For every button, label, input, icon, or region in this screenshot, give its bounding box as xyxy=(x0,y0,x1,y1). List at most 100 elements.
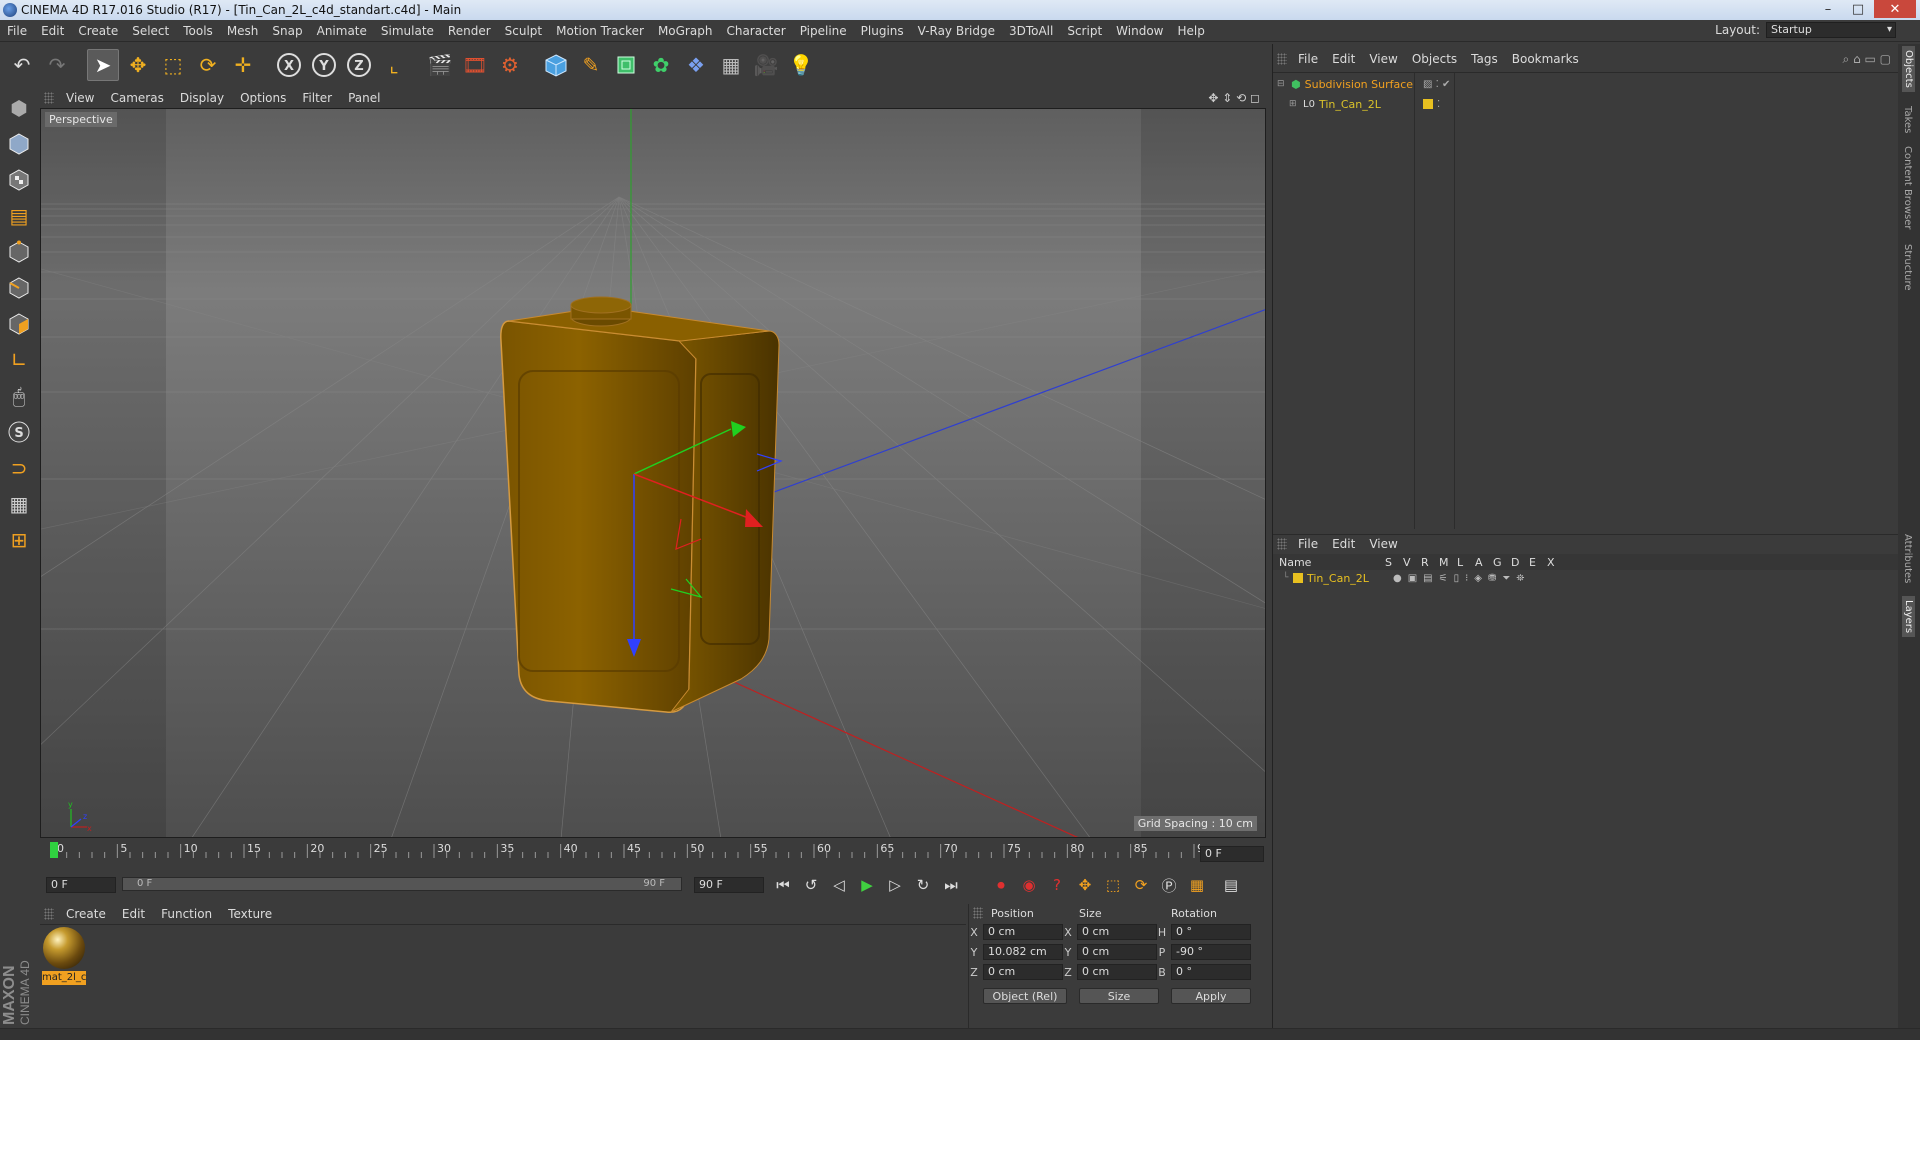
z-axis-icon[interactable]: Z xyxy=(343,49,375,81)
points-mode-icon[interactable] xyxy=(3,236,35,268)
menu-plugins[interactable]: Plugins xyxy=(854,24,911,38)
cube-icon[interactable] xyxy=(540,49,572,81)
live-select-icon[interactable]: ✛ xyxy=(227,49,259,81)
redo-icon[interactable]: ↷ xyxy=(41,49,73,81)
menu-create[interactable]: Create xyxy=(71,24,125,38)
layer-color-swatch[interactable] xyxy=(1293,573,1303,583)
viewport-menu-view[interactable]: View xyxy=(58,91,102,105)
play-icon[interactable]: ▶ xyxy=(854,873,880,897)
key-parameter-icon[interactable]: Ⓟ xyxy=(1156,873,1182,897)
viewport-nav-icons[interactable]: ✥ ⇕ ⟲ ◻ xyxy=(1208,91,1266,105)
layer-name[interactable]: Tin_Can_2L xyxy=(1307,572,1387,585)
collapse-icon[interactable]: ⊟ xyxy=(1277,79,1287,89)
pen-icon[interactable]: ✎ xyxy=(575,49,607,81)
layer-menu-view[interactable]: View xyxy=(1362,537,1404,551)
coordinate-mode-dropdown[interactable]: Object (Rel) xyxy=(983,988,1067,1004)
scale-icon[interactable]: ⬚ xyxy=(157,49,189,81)
material-menu-edit[interactable]: Edit xyxy=(114,907,153,921)
size-z-field[interactable]: 0 cm xyxy=(1077,964,1157,980)
light-icon[interactable]: 💡 xyxy=(785,49,817,81)
end-frame-field[interactable]: 90 F xyxy=(694,877,764,893)
material-menu-function[interactable]: Function xyxy=(153,907,220,921)
menu-motion-tracker[interactable]: Motion Tracker xyxy=(549,24,651,38)
model-mode-icon[interactable] xyxy=(3,128,35,160)
workplane-icon[interactable]: ▤ xyxy=(3,200,35,232)
object-menu-tags[interactable]: Tags xyxy=(1464,52,1505,66)
layout-dropdown[interactable]: Startup xyxy=(1766,22,1896,38)
floor-icon[interactable]: ▦ xyxy=(715,49,747,81)
object-row-subdivision[interactable]: ⊟ ⬢ Subdivision Surface ▨ ⁚ ✔ xyxy=(1277,75,1897,93)
panel-grip-icon[interactable] xyxy=(1277,537,1287,550)
render-view-icon[interactable]: 🎬 xyxy=(424,49,456,81)
rotation-h-field[interactable]: 0 ° xyxy=(1171,924,1251,940)
layer-color-swatch[interactable] xyxy=(1423,99,1433,109)
menu-render[interactable]: Render xyxy=(441,24,498,38)
expand-icon[interactable]: ⊞ xyxy=(1289,99,1299,109)
menu-tools[interactable]: Tools xyxy=(176,24,220,38)
position-x-field[interactable]: 0 cm xyxy=(983,924,1063,940)
material-menu-texture[interactable]: Texture xyxy=(220,907,280,921)
menu-3dtoall[interactable]: 3DToAll xyxy=(1002,24,1060,38)
timeline-ruler[interactable]: 051015202530354045505560657075808590 xyxy=(40,840,1266,866)
size-y-field[interactable]: 0 cm xyxy=(1077,944,1157,960)
make-editable-icon[interactable]: ⬢ xyxy=(3,92,35,124)
object-name[interactable]: Tin_Can_2L xyxy=(1319,98,1381,111)
minimize-button[interactable]: – xyxy=(1814,0,1842,18)
size-x-field[interactable]: 0 cm xyxy=(1077,924,1157,940)
magnet-icon[interactable]: ⊃ xyxy=(3,452,35,484)
grid-lock-icon[interactable]: ▦ xyxy=(3,488,35,520)
coord-system-icon[interactable]: ⌞ xyxy=(378,49,410,81)
menu-select[interactable]: Select xyxy=(125,24,176,38)
viewport-menu-panel[interactable]: Panel xyxy=(340,91,388,105)
menu-simulate[interactable]: Simulate xyxy=(374,24,441,38)
cloner-icon[interactable]: ✿ xyxy=(645,49,677,81)
y-axis-icon[interactable]: Y xyxy=(308,49,340,81)
material-swatch[interactable]: mat_2l_c xyxy=(42,927,86,989)
snap-icon[interactable]: S xyxy=(3,416,35,448)
polygons-mode-icon[interactable] xyxy=(3,308,35,340)
size-mode-dropdown[interactable]: Size xyxy=(1079,988,1159,1004)
subdivision-icon[interactable] xyxy=(610,49,642,81)
tab-layers[interactable]: Layers xyxy=(1902,596,1915,638)
render-picture-viewer-icon[interactable]: 🎞 xyxy=(459,49,491,81)
object-name[interactable]: Subdivision Surface xyxy=(1305,78,1413,91)
rotation-p-field[interactable]: -90 ° xyxy=(1171,944,1251,960)
deformer-icon[interactable]: ❖ xyxy=(680,49,712,81)
object-menu-file[interactable]: File xyxy=(1291,52,1325,66)
menu-sculpt[interactable]: Sculpt xyxy=(498,24,549,38)
record-icon[interactable]: ⏺ xyxy=(988,873,1014,897)
maximize-button[interactable]: □ xyxy=(1844,0,1872,18)
x-axis-icon[interactable]: X xyxy=(273,49,305,81)
tab-attributes[interactable]: Attributes xyxy=(1902,534,1913,583)
perspective-viewport[interactable]: y x z Perspective Grid Spacing : 10 cm xyxy=(40,108,1266,838)
viewport-menu-filter[interactable]: Filter xyxy=(294,91,340,105)
object-menu-view[interactable]: View xyxy=(1362,52,1404,66)
object-visibility-icon[interactable]: ▨ ⁚ ✔ xyxy=(1423,79,1450,90)
menu-mograph[interactable]: MoGraph xyxy=(651,24,720,38)
position-z-field[interactable]: 0 cm xyxy=(983,964,1063,980)
rotate-icon[interactable]: ⟳ xyxy=(192,49,224,81)
apply-button[interactable]: Apply xyxy=(1171,988,1251,1004)
autokey-icon[interactable]: ◉ xyxy=(1016,873,1042,897)
key-position-icon[interactable]: ✥ xyxy=(1072,873,1098,897)
menu-vray-bridge[interactable]: V-Ray Bridge xyxy=(911,24,1002,38)
timeline-window-icon[interactable]: ▤ xyxy=(1218,873,1244,897)
layer-row[interactable]: └ Tin_Can_2L ●▣▤⚟▯⁝◈⛃⏷⛯ xyxy=(1273,570,1899,586)
menu-animate[interactable]: Animate xyxy=(310,24,374,38)
camera-label[interactable]: Perspective xyxy=(45,112,117,127)
tin-can-model[interactable] xyxy=(500,296,780,713)
step-forward-icon[interactable]: ▷ xyxy=(882,873,908,897)
go-to-start-icon[interactable]: ⏮ xyxy=(770,873,796,897)
frame-range-slider[interactable]: 0 F 90 F xyxy=(122,877,682,891)
viewport-menu-display[interactable]: Display xyxy=(172,91,232,105)
layer-menu-edit[interactable]: Edit xyxy=(1325,537,1362,551)
panel-grip-icon[interactable] xyxy=(44,908,54,920)
tab-content-browser[interactable]: Content Browser xyxy=(1902,146,1913,229)
object-menu-objects[interactable]: Objects xyxy=(1405,52,1464,66)
menu-window[interactable]: Window xyxy=(1109,24,1170,38)
viewport-menu-options[interactable]: Options xyxy=(232,91,294,105)
solo-icon[interactable]: ⊞ xyxy=(3,524,35,556)
next-key-icon[interactable]: ↻ xyxy=(910,873,936,897)
prev-key-icon[interactable]: ↺ xyxy=(798,873,824,897)
tab-objects[interactable]: Objects xyxy=(1902,46,1915,92)
